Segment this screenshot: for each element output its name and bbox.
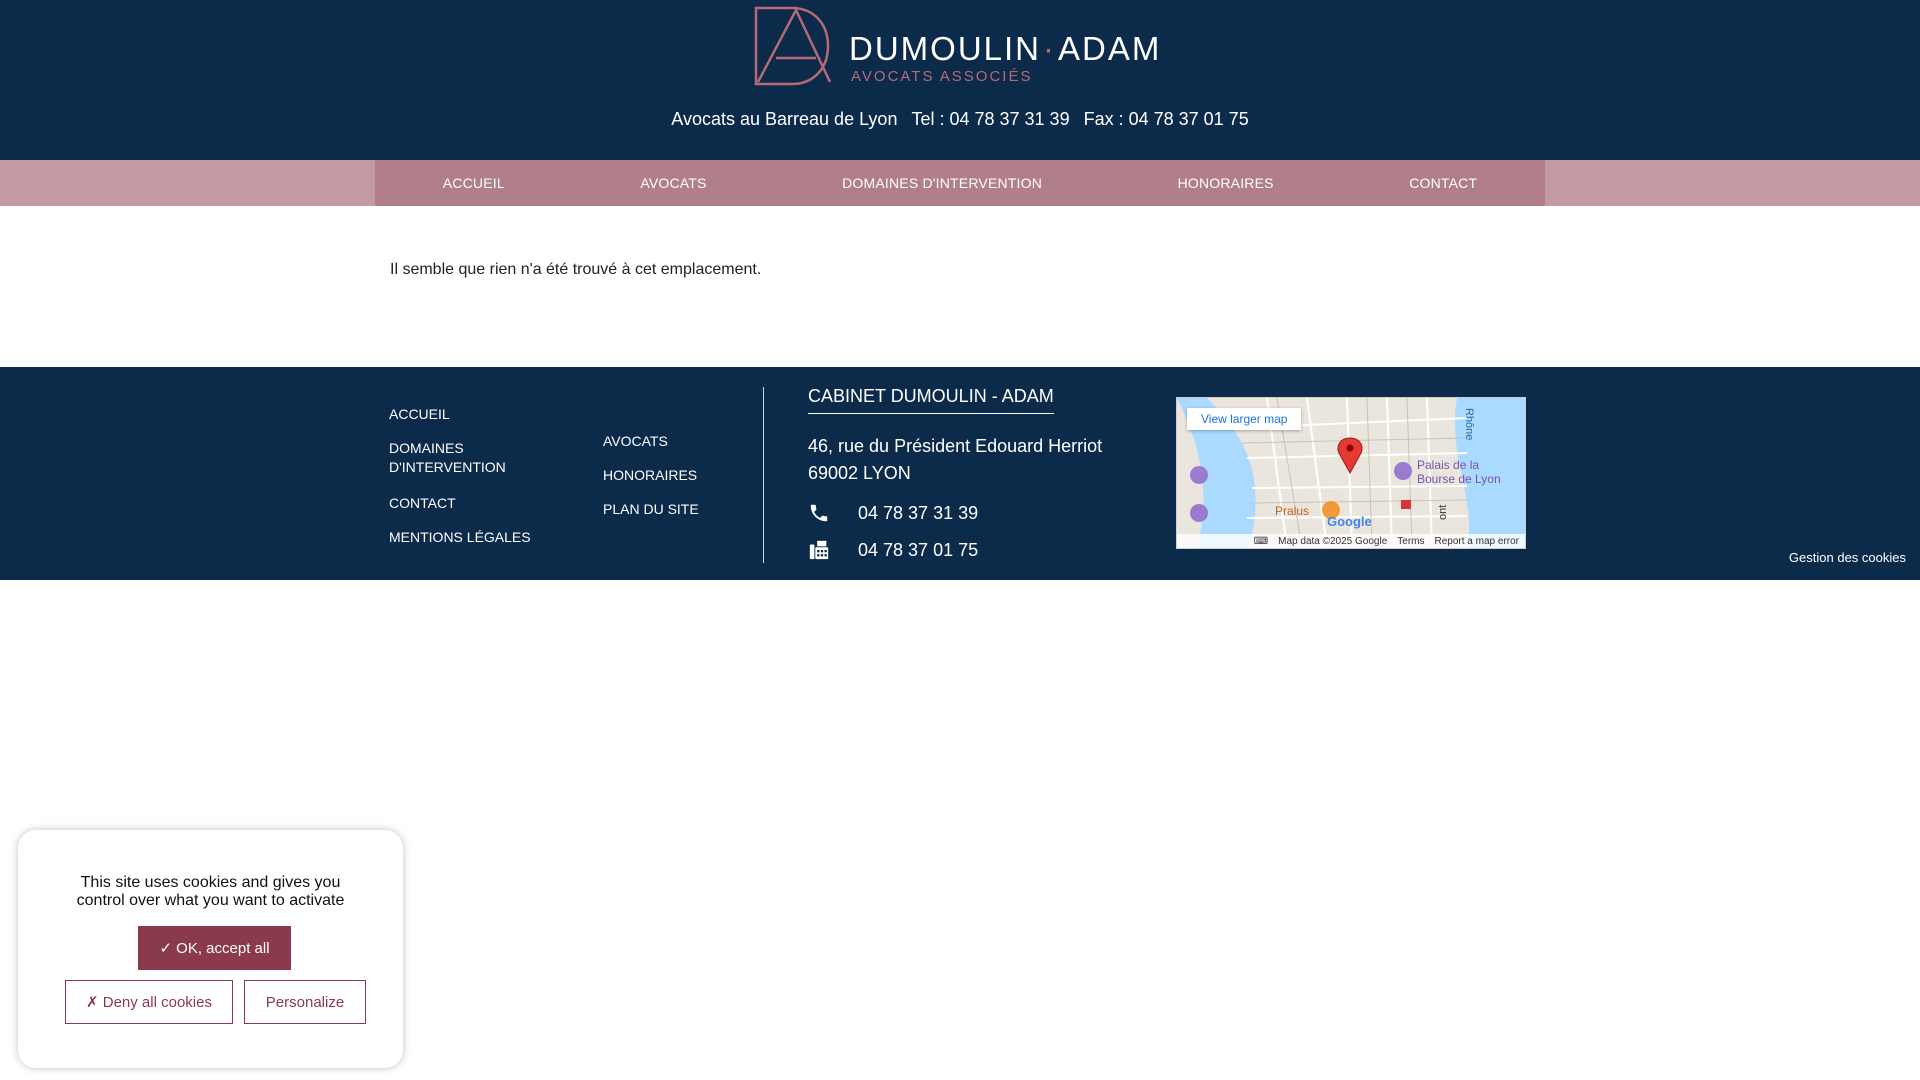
deny-all-cookies-button[interactable]: ✗ Deny all cookies	[65, 980, 233, 1024]
phone-icon	[810, 504, 828, 522]
footer-link-mentions[interactable]: MENTIONS LÉGALES	[389, 528, 531, 547]
logo-monogram-icon	[754, 6, 832, 86]
accept-all-cookies-button[interactable]: ✓ OK, accept all	[138, 926, 291, 970]
footer-phone: 04 78 37 31 39	[858, 502, 979, 523]
footer-link-contact[interactable]: CONTACT	[389, 494, 456, 513]
cookie-banner: This site uses cookies and gives you con…	[18, 830, 403, 1068]
keyboard-icon[interactable]: ⌨	[1254, 536, 1268, 547]
map-label-palais-line2: Bourse de Lyon	[1417, 472, 1501, 486]
map-footer-bar: ⌨ Map data ©2025 Google Terms Report a m…	[1177, 534, 1525, 548]
cookie-text-line1: This site uses cookies and gives you	[80, 874, 341, 891]
map-google-logo: Google	[1327, 514, 1372, 529]
map-terms-link[interactable]: Terms	[1397, 536, 1424, 547]
cookie-banner-text: This site uses cookies and gives you con…	[18, 874, 403, 910]
footer-link-domaines[interactable]: DOMAINES D'INTERVENTION	[389, 439, 506, 477]
footer-phone-row[interactable]: 04 78 37 31 39	[808, 502, 978, 524]
map-label-palais: Palais de la Bourse de Lyon	[1417, 458, 1501, 486]
cabinet-title: CABINET DUMOULIN - ADAM	[808, 386, 1054, 414]
nav-item-contact[interactable]: CONTACT	[1409, 175, 1477, 191]
map-label-pralus: Pralus	[1275, 504, 1310, 518]
nav-item-accueil[interactable]: ACCUEIL	[443, 175, 505, 191]
cookie-text-line2: control over what you want to activate	[76, 892, 345, 909]
fax-icon	[809, 540, 829, 560]
footer-link-domaines-line1: DOMAINES	[389, 440, 464, 456]
nav-item-domaines[interactable]: DOMAINES D'INTERVENTION	[842, 175, 1042, 191]
logo-name: DUMOULIN·ADAM	[849, 30, 1162, 67]
personalize-cookies-button[interactable]: Personalize	[244, 980, 366, 1024]
footer-divider	[763, 387, 764, 563]
footer-link-accueil[interactable]: ACCUEIL	[389, 405, 450, 424]
header-contact-line: Avocats au Barreau de Lyon Tel : 04 78 37…	[0, 108, 1920, 130]
footer-link-domaines-line2: D'INTERVENTION	[389, 459, 506, 475]
tagline: Avocats au Barreau de Lyon	[671, 109, 898, 129]
map-data: Map data ©2025 Google	[1278, 535, 1388, 547]
cookie-management-link[interactable]: Gestion des cookies	[1789, 550, 1906, 565]
nav-item-avocats[interactable]: AVOCATS	[640, 175, 706, 191]
site-footer: ACCUEIL DOMAINES D'INTERVENTION CONTACT M…	[0, 367, 1920, 580]
view-larger-map-link[interactable]: View larger map	[1187, 408, 1302, 430]
map-label-rhone: Rhône	[1463, 408, 1475, 441]
footer-link-honoraires[interactable]: HONORAIRES	[603, 466, 697, 485]
nav-item-honoraires[interactable]: HONORAIRES	[1178, 175, 1274, 191]
footer-fax: 04 78 37 01 75	[858, 539, 979, 560]
header-tel[interactable]: Tel : 04 78 37 31 39	[911, 109, 1069, 129]
footer-fax-row: 04 78 37 01 75	[808, 539, 978, 561]
header-fax: Fax : 04 78 37 01 75	[1083, 109, 1249, 129]
map-report-link[interactable]: Report a map error	[1435, 536, 1519, 547]
map-label-palais-line1: Palais de la	[1417, 458, 1480, 472]
map-label-ont: ont	[1437, 504, 1449, 520]
google-map[interactable]: View larger map Rhône Palais de la Bours…	[1176, 397, 1526, 549]
main-nav: ACCUEIL AVOCATS DOMAINES D'INTERVENTION …	[375, 160, 1545, 206]
not-found-message: Il semble que rien n'a été trouvé à cet …	[390, 261, 762, 278]
cabinet-address: 46, rue du Président Edouard Herriot 690…	[808, 433, 1102, 487]
footer-link-plan-du-site[interactable]: PLAN DU SITE	[603, 500, 699, 519]
logo-subtitle: AVOCATS ASSOCIÉS	[851, 68, 1033, 85]
footer-link-avocats[interactable]: AVOCATS	[603, 432, 668, 451]
address-city: 69002 LYON	[808, 463, 911, 483]
site-logo[interactable]: DUMOULIN·ADAM AVOCATS ASSOCIÉS	[752, 6, 1164, 86]
site-header: DUMOULIN·ADAM AVOCATS ASSOCIÉS Avocats a…	[0, 0, 1920, 160]
address-street: 46, rue du Président Edouard Herriot	[808, 436, 1103, 456]
